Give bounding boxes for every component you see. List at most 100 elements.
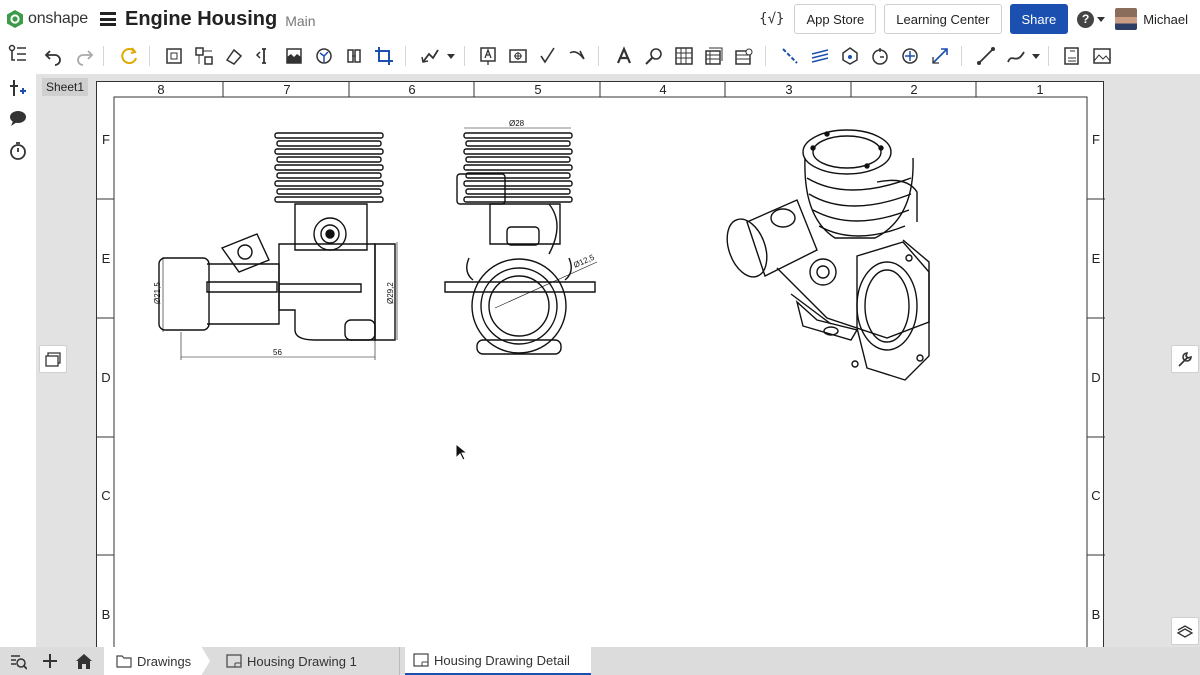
- sheet-tab[interactable]: Sheet1: [42, 78, 89, 96]
- layers-icon: [1176, 625, 1194, 638]
- dimension-label[interactable]: 56: [273, 348, 282, 357]
- learning-center-button[interactable]: Learning Center: [884, 4, 1002, 34]
- table-icon[interactable]: [672, 44, 696, 68]
- drawing-sheet[interactable]: 8 7 6 5 4 3 2 1 F E D C B F E D C B Ø21,…: [96, 81, 1105, 647]
- tab-bar: Drawings Housing Drawing 1 Housing Drawi…: [0, 647, 1200, 675]
- folder-icon: [116, 655, 132, 668]
- home-icon[interactable]: [72, 649, 96, 673]
- break-view-icon[interactable]: [282, 44, 306, 68]
- crop-view-icon[interactable]: [372, 44, 396, 68]
- named-views-button[interactable]: [39, 345, 67, 373]
- undo-icon[interactable]: [42, 44, 66, 68]
- row-label: D: [101, 370, 110, 385]
- col-label: 5: [534, 82, 541, 97]
- col-label: 7: [283, 82, 290, 97]
- help-icon: ?: [1077, 10, 1095, 28]
- drawing-canvas[interactable]: Sheet1 8 7 6 5 4 3 2 1 F E D C B F E D C…: [36, 74, 1200, 647]
- text-icon[interactable]: [612, 44, 636, 68]
- comments-icon[interactable]: [6, 106, 30, 130]
- regenerate-icon[interactable]: [117, 44, 141, 68]
- row-label: C: [1091, 488, 1100, 503]
- tab-search-icon[interactable]: [6, 649, 30, 673]
- chevron-down-icon[interactable]: [1032, 54, 1040, 59]
- hatch-icon[interactable]: [808, 44, 832, 68]
- tab-label: Housing Drawing Detail: [434, 652, 570, 668]
- export-icon[interactable]: [1060, 44, 1084, 68]
- variables-button[interactable]: {√}: [759, 11, 784, 27]
- insert-icon[interactable]: [6, 76, 30, 100]
- feature-list-icon[interactable]: [6, 42, 30, 66]
- row-label: B: [1092, 607, 1101, 622]
- front-view[interactable]: [158, 132, 398, 360]
- sketch-line-icon[interactable]: [974, 44, 998, 68]
- dimension-icon[interactable]: [928, 44, 952, 68]
- row-label: D: [1091, 370, 1100, 385]
- surface-finish-icon[interactable]: [536, 44, 560, 68]
- row-label: E: [1092, 251, 1101, 266]
- workspace-branch[interactable]: Main: [285, 13, 315, 29]
- history-stopwatch-icon[interactable]: [6, 139, 30, 163]
- avatar: [1115, 8, 1138, 30]
- broken-out-view-icon[interactable]: [342, 44, 366, 68]
- row-label: F: [102, 132, 110, 147]
- side-view[interactable]: [444, 127, 598, 355]
- centerline-icon[interactable]: [778, 44, 802, 68]
- row-label: C: [101, 488, 110, 503]
- wrench-icon: [1178, 352, 1192, 367]
- image-icon[interactable]: [1090, 44, 1114, 68]
- bom-table-icon[interactable]: [702, 44, 726, 68]
- col-label: 4: [659, 82, 666, 97]
- user-menu[interactable]: Michael: [1115, 8, 1188, 30]
- tab-label: Drawings: [137, 653, 192, 669]
- left-panel-strip: [0, 38, 36, 647]
- inspection-icon[interactable]: [642, 44, 666, 68]
- row-label: E: [102, 251, 111, 266]
- chevron-down-icon[interactable]: [447, 54, 455, 59]
- col-label: 2: [910, 82, 917, 97]
- tab-housing-drawing-1[interactable]: Housing Drawing 1: [218, 647, 400, 675]
- col-label: 3: [785, 82, 792, 97]
- dimension-label[interactable]: Ø12,5: [572, 253, 596, 270]
- spline-icon[interactable]: [1004, 44, 1028, 68]
- views-icon: [45, 352, 61, 367]
- dimension-label[interactable]: Ø28: [509, 119, 525, 128]
- redo-icon[interactable]: [72, 44, 96, 68]
- isometric-view[interactable]: [720, 129, 930, 381]
- tools-button[interactable]: [1171, 345, 1199, 373]
- section-view-icon[interactable]: [252, 44, 276, 68]
- drawing-icon: [226, 654, 242, 668]
- help-menu[interactable]: ?: [1077, 10, 1106, 28]
- onshape-logo[interactable]: onshape: [6, 9, 88, 29]
- detail-view-icon[interactable]: [312, 44, 336, 68]
- insert-view-icon[interactable]: [162, 44, 186, 68]
- dimension-label[interactable]: Ø21,5: [153, 282, 162, 304]
- dimension-label[interactable]: Ø29,2: [386, 282, 395, 304]
- tab-housing-drawing-detail[interactable]: Housing Drawing Detail: [405, 647, 591, 675]
- document-title[interactable]: Engine Housing: [125, 8, 277, 31]
- tab-folder-drawings[interactable]: Drawings: [104, 647, 210, 675]
- add-tab-icon[interactable]: [38, 649, 62, 673]
- col-label: 1: [1036, 82, 1043, 97]
- point-centerline-icon[interactable]: [838, 44, 862, 68]
- drawing-icon: [413, 653, 429, 667]
- bolt-circle-icon[interactable]: [868, 44, 892, 68]
- note-icon[interactable]: [476, 44, 500, 68]
- chevron-down-icon: [1097, 16, 1106, 22]
- leader-icon[interactable]: [418, 44, 442, 68]
- row-label: F: [1092, 132, 1100, 147]
- drawing-sheet-svg: 8 7 6 5 4 3 2 1 F E D C B F E D C B Ø21,…: [97, 82, 1105, 647]
- weld-symbol-icon[interactable]: [566, 44, 590, 68]
- logo-text: onshape: [28, 10, 88, 27]
- centermark-icon[interactable]: [898, 44, 922, 68]
- user-name: Michael: [1143, 11, 1188, 27]
- projected-view-icon[interactable]: [192, 44, 216, 68]
- drawing-toolbar: [36, 38, 1200, 74]
- hole-table-icon[interactable]: [732, 44, 756, 68]
- share-button[interactable]: Share: [1009, 4, 1069, 34]
- main-menu-button[interactable]: [100, 12, 116, 26]
- app-store-button[interactable]: App Store: [794, 4, 877, 34]
- auxiliary-view-icon[interactable]: [222, 44, 246, 68]
- top-header: onshape Engine Housing Main {√} App Stor…: [0, 0, 1200, 38]
- datum-icon[interactable]: [506, 44, 530, 68]
- sheet-properties-button[interactable]: [1171, 617, 1199, 645]
